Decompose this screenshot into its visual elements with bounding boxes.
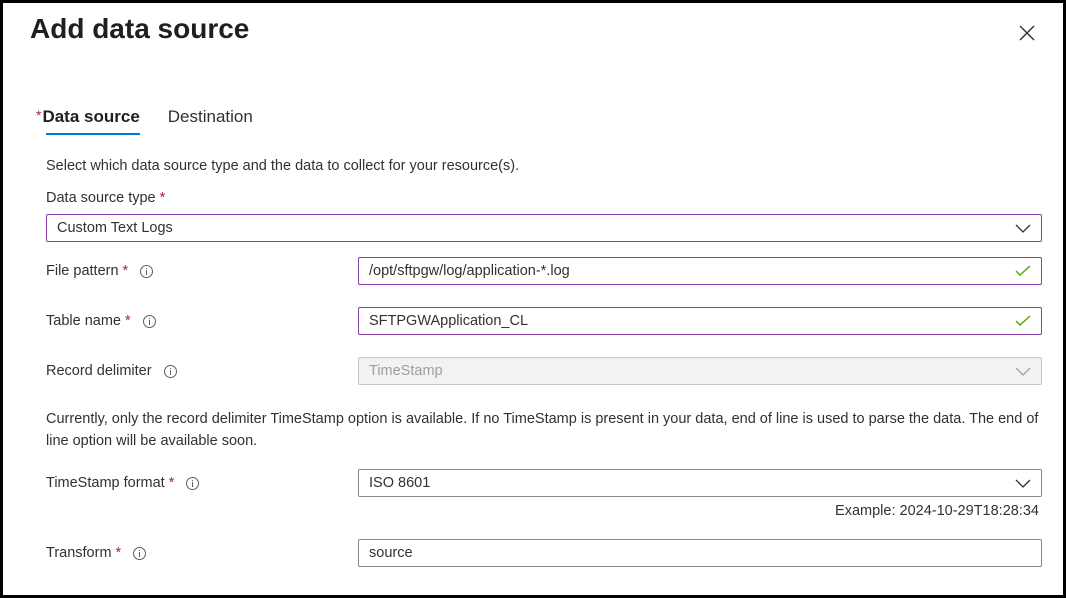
tab-bar: *Data source Destination	[36, 107, 253, 135]
info-icon[interactable]	[142, 314, 156, 328]
label-text: Table name	[46, 313, 121, 329]
select-value: ISO 8601	[369, 475, 431, 491]
label-text: Transform	[46, 545, 112, 561]
tab-label: Destination	[167, 107, 253, 126]
timestamp-format-label: TimeStamp format *	[46, 475, 200, 491]
tab-label: Data source	[42, 107, 140, 126]
label-text: Record delimiter	[46, 363, 152, 379]
input-value: source	[369, 545, 413, 561]
required-marker: *	[36, 107, 42, 123]
select-value: TimeStamp	[369, 363, 443, 379]
required-marker: *	[168, 475, 175, 491]
checkmark-icon	[1015, 265, 1031, 276]
close-icon[interactable]	[1017, 23, 1037, 43]
required-marker: *	[124, 313, 131, 329]
record-delimiter-select: TimeStamp	[358, 357, 1042, 385]
info-icon[interactable]	[186, 476, 200, 490]
info-icon[interactable]	[140, 264, 154, 278]
label-text: File pattern	[46, 263, 119, 279]
data-source-type-label: Data source type *	[46, 190, 165, 206]
info-icon[interactable]	[163, 364, 177, 378]
file-pattern-label: File pattern *	[46, 263, 154, 279]
table-name-label: Table name *	[46, 313, 156, 329]
label-text: Data source type	[46, 190, 156, 206]
required-marker: *	[115, 545, 122, 561]
dialog-title: Add data source	[30, 13, 250, 44]
record-delimiter-label: Record delimiter	[46, 363, 177, 379]
file-pattern-input[interactable]: /opt/sftpgw/log/application-*.log	[358, 257, 1042, 285]
chevron-down-icon	[1015, 479, 1031, 488]
chevron-down-icon	[1015, 224, 1031, 233]
input-value: /opt/sftpgw/log/application-*.log	[369, 263, 570, 279]
table-name-input[interactable]: SFTPGWApplication_CL	[358, 307, 1042, 335]
info-icon[interactable]	[133, 546, 147, 560]
intro-text: Select which data source type and the da…	[46, 158, 520, 174]
chevron-down-icon	[1015, 367, 1031, 376]
label-text: TimeStamp format	[46, 475, 165, 491]
add-data-source-dialog: Add data source *Data source Destination…	[3, 3, 1063, 595]
select-value: Custom Text Logs	[57, 220, 173, 236]
data-source-type-select[interactable]: Custom Text Logs	[46, 214, 1042, 242]
delimiter-note: Currently, only the record delimiter Tim…	[46, 411, 1039, 449]
transform-input[interactable]: source	[358, 539, 1042, 567]
input-value: SFTPGWApplication_CL	[369, 313, 529, 329]
required-marker: *	[159, 190, 166, 206]
required-marker: *	[122, 263, 129, 279]
transform-label: Transform *	[46, 545, 147, 561]
tab-destination[interactable]: Destination	[168, 107, 253, 135]
tab-data-source[interactable]: *Data source	[36, 107, 140, 135]
timestamp-example: Example: 2024-10-29T18:28:34	[835, 503, 1039, 519]
checkmark-icon	[1015, 315, 1031, 326]
timestamp-format-select[interactable]: ISO 8601	[358, 469, 1042, 497]
